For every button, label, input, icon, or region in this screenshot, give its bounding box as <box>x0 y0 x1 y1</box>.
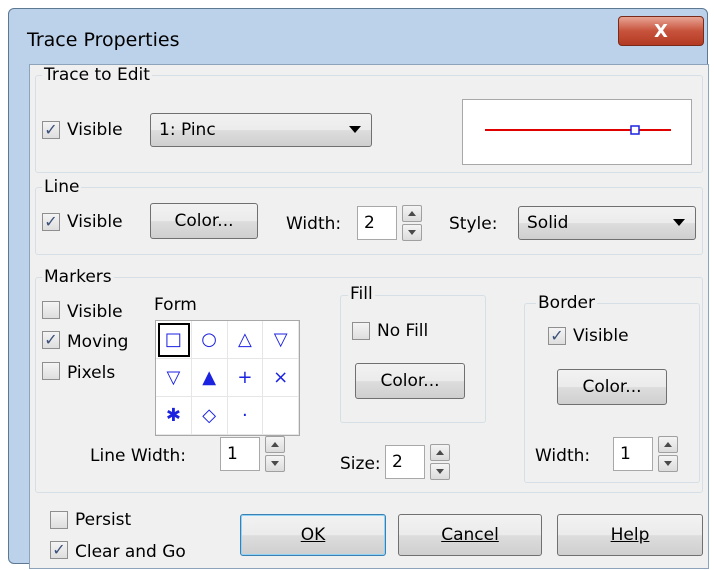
markers-pixels-checkbox[interactable] <box>42 362 60 380</box>
cancel-button-label: Cancel <box>441 525 499 545</box>
no-fill-label: No Fill <box>377 321 429 341</box>
marker-line-width-label: Line Width: <box>90 446 186 466</box>
line-color-button[interactable]: Color... <box>150 203 258 239</box>
markers-pixels-label: Pixels <box>67 363 116 383</box>
markers-moving-checkbox[interactable]: ✓ <box>42 331 60 349</box>
marker-plus-icon[interactable]: + <box>227 359 264 397</box>
line-style-value: Solid <box>527 213 569 233</box>
marker-empty-cell[interactable] <box>263 397 299 435</box>
close-icon: X <box>654 20 668 42</box>
ok-button[interactable]: OK <box>240 514 386 556</box>
marker-triangle-up-small-icon[interactable]: ▲ <box>191 359 228 397</box>
help-button-label: Help <box>610 525 650 545</box>
trace-visible-label: Visible <box>67 120 123 140</box>
marker-cross-icon[interactable]: × <box>263 359 299 397</box>
marker-size-stepper[interactable] <box>430 444 450 480</box>
marker-size-label: Size: <box>340 454 381 474</box>
marker-diamond-icon[interactable]: ◇ <box>191 397 228 435</box>
marker-circle-icon[interactable]: ○ <box>191 321 228 359</box>
fill-group <box>340 295 486 423</box>
clear-and-go-label: Clear and Go <box>75 542 186 562</box>
border-visible-label: Visible <box>573 326 629 346</box>
line-visible-checkbox[interactable]: ✓ <box>42 213 60 231</box>
arrow-up-icon <box>664 442 672 447</box>
stepper-down-button[interactable] <box>658 455 678 472</box>
trace-preview-graphic <box>485 125 671 135</box>
persist-label: Persist <box>75 510 132 530</box>
marker-form-grid[interactable]: □ ○ △ ▽ ▽ ▲ + × ✱ ◇ · <box>155 320 300 436</box>
trace-select[interactable]: 1: Pinc <box>150 113 372 147</box>
marker-line-width-stepper[interactable] <box>265 436 285 472</box>
arrow-down-icon <box>271 461 279 466</box>
line-style-select[interactable]: Solid <box>518 206 696 240</box>
arrow-up-icon <box>408 211 416 216</box>
trace-to-edit-legend: Trace to Edit <box>42 65 152 85</box>
line-width-input[interactable]: 2 <box>357 206 397 240</box>
persist-checkbox[interactable] <box>50 511 68 529</box>
stepper-down-button[interactable] <box>402 224 422 241</box>
preview-marker-icon <box>630 125 640 135</box>
fill-legend: Fill <box>348 284 375 304</box>
arrow-down-icon <box>436 469 444 474</box>
border-color-button[interactable]: Color... <box>557 369 667 405</box>
arrow-down-icon <box>408 230 416 235</box>
trace-properties-dialog: Trace Properties X Trace to Edit ✓ Visib… <box>8 8 709 569</box>
marker-triangle-down-icon[interactable]: ▽ <box>263 321 299 359</box>
border-legend: Border <box>536 293 597 313</box>
checkmark-icon: ✓ <box>44 120 58 139</box>
cancel-button[interactable]: Cancel <box>398 514 542 556</box>
border-visible-checkbox[interactable]: ✓ <box>548 327 566 345</box>
fill-color-button[interactable]: Color... <box>355 363 465 399</box>
line-width-label: Width: <box>286 214 342 234</box>
help-button[interactable]: Help <box>557 514 703 556</box>
arrow-down-icon <box>664 461 672 466</box>
markers-moving-label: Moving <box>67 332 129 352</box>
stepper-down-button[interactable] <box>430 463 450 480</box>
markers-visible-checkbox[interactable] <box>42 301 60 319</box>
checkmark-icon: ✓ <box>44 330 58 349</box>
no-fill-checkbox[interactable] <box>352 322 370 340</box>
trace-select-value: 1: Pinc <box>159 120 216 140</box>
stepper-up-button[interactable] <box>402 205 422 222</box>
line-legend: Line <box>42 177 82 197</box>
border-width-label: Width: <box>535 446 591 466</box>
dialog-body: Trace to Edit ✓ Visible 1: Pinc Line ✓ V… <box>29 64 709 569</box>
close-button[interactable]: X <box>618 16 704 46</box>
marker-triangle-up-icon[interactable]: △ <box>227 321 264 359</box>
form-label: Form <box>154 295 197 315</box>
stepper-up-button[interactable] <box>265 436 285 453</box>
border-width-stepper[interactable] <box>658 436 678 472</box>
stepper-down-button[interactable] <box>265 455 285 472</box>
markers-visible-label: Visible <box>67 302 123 322</box>
checkmark-icon: ✓ <box>44 212 58 231</box>
checkmark-icon: ✓ <box>550 326 564 345</box>
line-style-label: Style: <box>449 214 498 234</box>
marker-triangle-down-small-icon[interactable]: ▽ <box>156 359 192 397</box>
arrow-up-icon <box>271 442 279 447</box>
stepper-up-button[interactable] <box>430 444 450 461</box>
marker-size-input[interactable]: 2 <box>385 445 425 479</box>
marker-asterisk-icon[interactable]: ✱ <box>156 397 192 435</box>
border-width-input[interactable]: 1 <box>613 437 653 471</box>
dialog-title: Trace Properties <box>27 29 180 51</box>
markers-legend: Markers <box>42 267 114 287</box>
chevron-down-icon <box>673 219 685 226</box>
line-visible-label: Visible <box>67 212 123 232</box>
marker-line-width-input[interactable]: 1 <box>220 437 260 471</box>
arrow-up-icon <box>436 450 444 455</box>
ok-button-label: OK <box>300 525 326 545</box>
marker-square-icon[interactable]: □ <box>156 321 192 359</box>
marker-dot-icon[interactable]: · <box>227 397 264 435</box>
stepper-up-button[interactable] <box>658 436 678 453</box>
clear-and-go-checkbox[interactable]: ✓ <box>50 541 68 559</box>
trace-preview <box>462 99 692 165</box>
line-width-stepper[interactable] <box>402 205 422 241</box>
checkmark-icon: ✓ <box>52 540 66 559</box>
chevron-down-icon <box>349 126 361 133</box>
trace-visible-checkbox[interactable]: ✓ <box>42 121 60 139</box>
